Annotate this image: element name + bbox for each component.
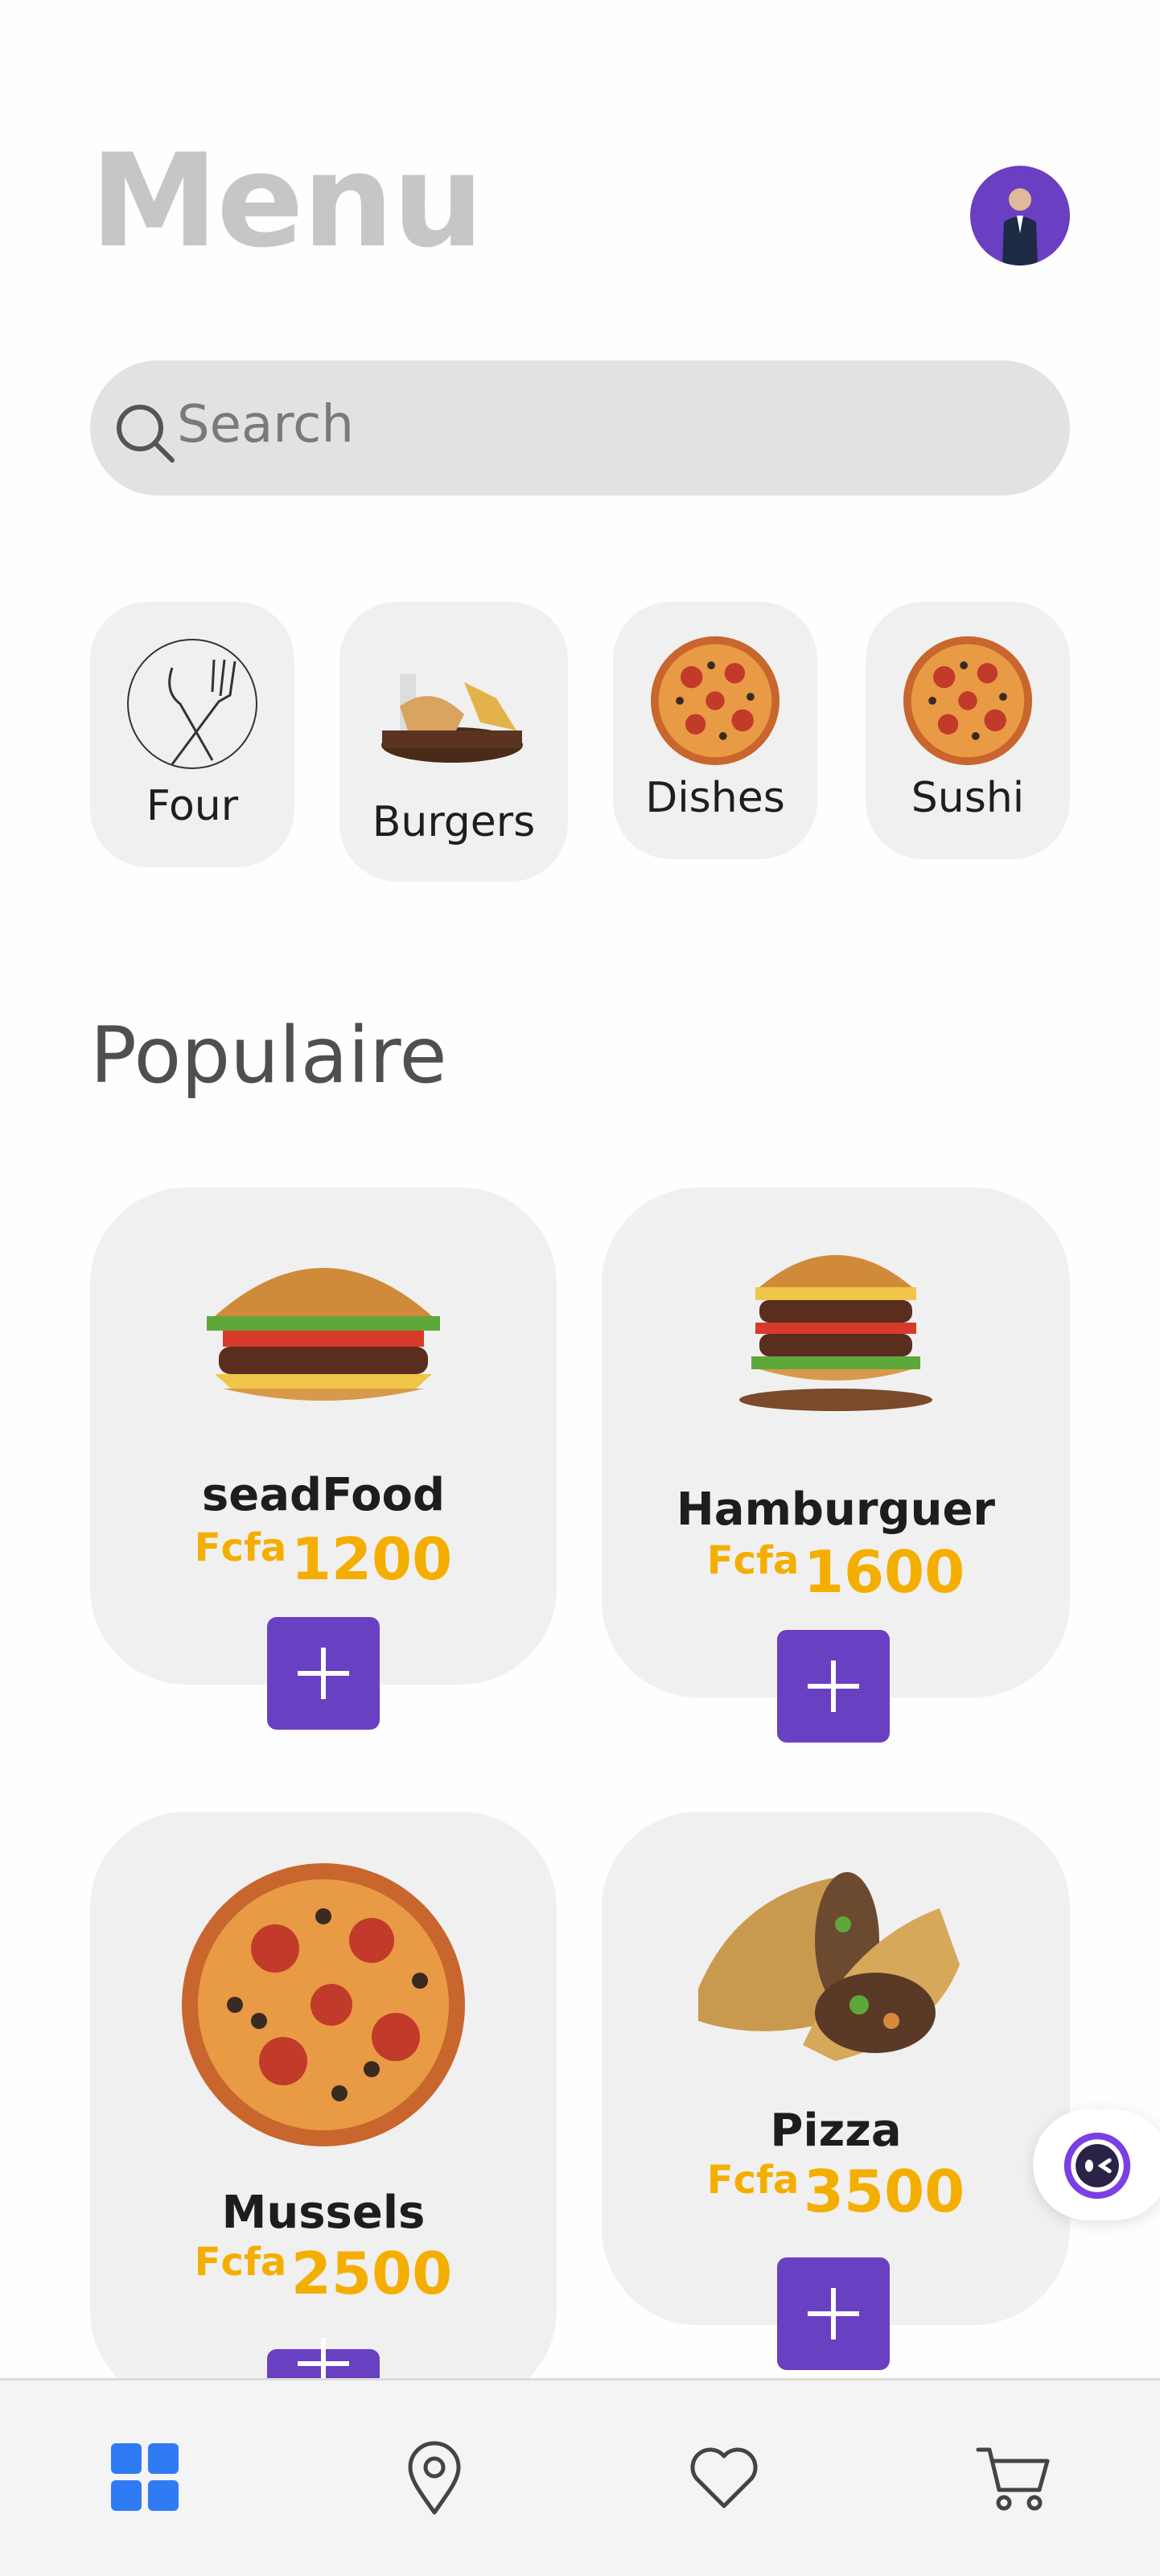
grid-icon <box>111 2443 179 2511</box>
product-price: Fcfa 1200 <box>90 1525 557 1593</box>
cart-icon <box>976 2447 1050 2511</box>
pizza-icon <box>650 636 780 766</box>
pizza-icon <box>903 636 1033 766</box>
product-name: Hamburguer <box>676 1483 996 1536</box>
price-currency: Fcfa <box>706 2158 800 2203</box>
wrap-image <box>698 1872 960 2061</box>
category-sushi[interactable]: Sushi <box>866 602 1070 859</box>
add-to-cart-button[interactable] <box>777 2257 890 2370</box>
category-label: Four <box>146 782 239 830</box>
product-name: Mussels <box>221 2187 426 2239</box>
price-amount: 3500 <box>803 2158 965 2225</box>
product-name: Pizza <box>770 2105 902 2157</box>
pizza-image <box>182 1863 465 2146</box>
price-currency: Fcfa <box>194 2240 287 2285</box>
add-to-cart-button[interactable] <box>267 2338 380 2389</box>
product-card[interactable]: Pizza Fcfa 3500 <box>602 1812 1070 2325</box>
price-currency: Fcfa <box>194 1525 287 1570</box>
product-name: seadFood <box>201 1469 446 1521</box>
price-amount: 2500 <box>290 2240 453 2307</box>
nav-cart[interactable] <box>973 2437 1054 2517</box>
search-icon <box>117 405 175 463</box>
price-currency: Fcfa <box>706 1538 800 1583</box>
stacked-burger-image <box>739 1255 932 1411</box>
nav-location[interactable] <box>394 2437 475 2517</box>
nav-favorites[interactable] <box>684 2437 764 2517</box>
burger-image <box>207 1268 440 1401</box>
section-title: Populaire <box>90 1010 447 1101</box>
category-burgers[interactable]: Burgers <box>339 602 568 882</box>
category-label: Dishes <box>645 774 785 822</box>
product-card[interactable]: Hamburguer Fcfa 1600 <box>602 1187 1070 1697</box>
category-label: Sushi <box>911 774 1025 822</box>
price-amount: 1600 <box>803 1538 965 1606</box>
search-bar[interactable]: Search <box>90 360 1070 496</box>
cutlery-plate-icon <box>127 639 257 769</box>
chat-assistant-button[interactable] <box>1033 2109 1160 2220</box>
page-title: Menu <box>90 126 484 276</box>
product-price: Fcfa 2500 <box>90 2240 557 2307</box>
add-to-cart-button[interactable] <box>267 1617 380 1730</box>
heart-icon <box>690 2447 758 2508</box>
add-to-cart-button[interactable] <box>777 1630 890 1743</box>
product-card[interactable]: Mussels Fcfa 2500 <box>90 1812 557 2407</box>
burger-platter-icon <box>381 674 523 763</box>
category-dishes[interactable]: Dishes <box>613 602 817 859</box>
category-four[interactable]: Four <box>90 602 294 867</box>
user-photo-icon <box>1002 188 1038 265</box>
bottom-navigation <box>0 2378 1160 2576</box>
category-label: Burgers <box>372 798 536 846</box>
search-input[interactable]: Search <box>177 399 354 451</box>
price-amount: 1200 <box>290 1525 453 1593</box>
product-price: Fcfa 3500 <box>602 2158 1070 2225</box>
chatbot-icon <box>1063 2132 1131 2199</box>
nav-home[interactable] <box>105 2437 185 2517</box>
map-pin-icon <box>408 2441 461 2515</box>
avatar[interactable] <box>970 166 1070 265</box>
product-price: Fcfa 1600 <box>602 1538 1070 1606</box>
product-card[interactable]: seadFood Fcfa 1200 <box>90 1187 557 1685</box>
